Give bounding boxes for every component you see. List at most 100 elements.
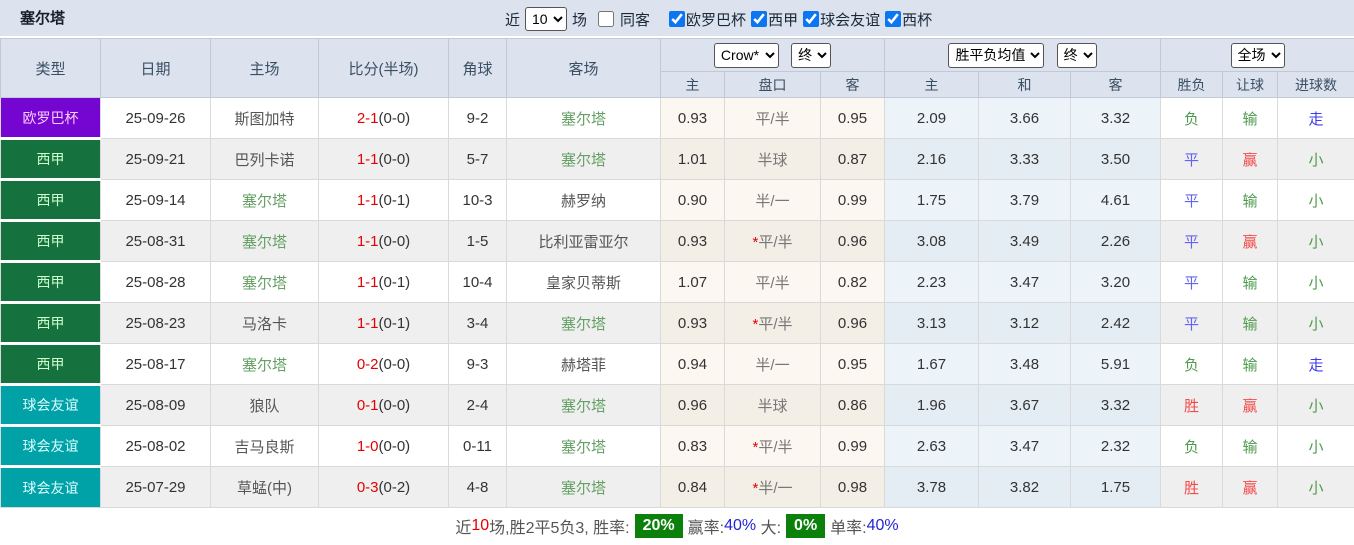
halftime-score: (0-0) xyxy=(379,397,411,414)
away-odds-cell: 0.95 xyxy=(821,98,885,139)
corners-cell: 10-4 xyxy=(449,262,507,303)
match-type-cell: 西甲 xyxy=(1,139,101,180)
away-odds-cell: 0.82 xyxy=(821,262,885,303)
avg-away-cell: 2.42 xyxy=(1071,303,1161,344)
avg-home-cell: 1.75 xyxy=(885,180,979,221)
halftime-score: (0-0) xyxy=(379,438,411,455)
summary-stats: 场,胜2平5负3, 胜率: xyxy=(489,514,629,538)
handicap-win-label: 赢率: xyxy=(688,514,724,538)
competition-label: 欧罗巴杯 xyxy=(686,9,746,30)
goals-result-cell: 小 xyxy=(1278,467,1354,508)
avg-home-cell: 2.63 xyxy=(885,426,979,467)
competition-checkbox[interactable] xyxy=(885,11,901,27)
competition-checkbox[interactable] xyxy=(669,11,685,27)
match-type-cell: 球会友谊 xyxy=(1,426,101,467)
away-team-cell: 塞尔塔 xyxy=(507,385,661,426)
col-header-avg-home: 主 xyxy=(885,72,979,98)
handicap-cell: *半/一 xyxy=(725,467,821,508)
match-date-cell: 25-09-21 xyxy=(101,139,211,180)
col-header-goals-result: 进球数 xyxy=(1278,72,1354,98)
col-header-score: 比分(半场) xyxy=(319,39,449,98)
avg-home-cell: 2.16 xyxy=(885,139,979,180)
competition-filter-copa: 西杯 xyxy=(885,9,932,30)
fulltime-score: 1-1 xyxy=(357,192,379,209)
avg-draw-cell: 3.67 xyxy=(979,385,1071,426)
period-select[interactable]: 全场 xyxy=(1231,43,1285,68)
home-team-cell: 塞尔塔 xyxy=(211,262,319,303)
home-team-cell: 狼队 xyxy=(211,385,319,426)
recent-label: 近 xyxy=(505,9,520,30)
avg-draw-cell: 3.47 xyxy=(979,262,1071,303)
wdl-result-cell: 平 xyxy=(1161,303,1223,344)
handicap-win-value: 40% xyxy=(724,517,756,535)
halftime-score: (0-1) xyxy=(379,192,411,209)
halftime-score: (0-2) xyxy=(379,479,411,496)
match-type-cell: 球会友谊 xyxy=(1,385,101,426)
home-odds-cell: 0.94 xyxy=(661,344,725,385)
handicap-result-cell: 赢 xyxy=(1223,385,1278,426)
away-team-cell: 塞尔塔 xyxy=(507,467,661,508)
col-header-avg-draw: 和 xyxy=(979,72,1071,98)
bookmaker-select[interactable]: Crow* xyxy=(714,43,779,68)
handicap-result-cell: 输 xyxy=(1223,98,1278,139)
home-team-cell: 吉马良斯 xyxy=(211,426,319,467)
away-team-cell: 赫塔菲 xyxy=(507,344,661,385)
avg-away-cell: 3.32 xyxy=(1071,98,1161,139)
match-row: 球会友谊25-08-09狼队0-1(0-0)2-4塞尔塔0.96半球0.861.… xyxy=(1,385,1354,426)
avg-odds-select[interactable]: 胜平负均值 xyxy=(948,43,1044,68)
match-row: 西甲25-09-21巴列卡诺1-1(0-0)5-7塞尔塔1.01半球0.872.… xyxy=(1,139,1354,180)
col-header-date: 日期 xyxy=(101,39,211,98)
win-rate-badge: 20% xyxy=(635,514,683,538)
home-odds-cell: 1.07 xyxy=(661,262,725,303)
goals-result-cell: 小 xyxy=(1278,385,1354,426)
halftime-score: (0-0) xyxy=(379,233,411,250)
fulltime-score: 0-2 xyxy=(357,356,379,373)
home-odds-cell: 0.93 xyxy=(661,221,725,262)
match-type-cell: 西甲 xyxy=(1,180,101,221)
col-header-odds-home: 主 xyxy=(661,72,725,98)
avg-draw-cell: 3.79 xyxy=(979,180,1071,221)
avg-home-cell: 3.13 xyxy=(885,303,979,344)
same-opponent-checkbox[interactable] xyxy=(598,11,614,27)
match-row: 西甲25-09-14塞尔塔1-1(0-1)10-3赫罗纳0.90半/一0.991… xyxy=(1,180,1354,221)
competition-checkbox[interactable] xyxy=(751,11,767,27)
goals-result-cell: 小 xyxy=(1278,303,1354,344)
home-odds-cell: 0.93 xyxy=(661,303,725,344)
handicap-change-star: * xyxy=(752,439,758,456)
recent-count-select[interactable]: 10 xyxy=(525,7,567,31)
avg-home-cell: 1.67 xyxy=(885,344,979,385)
away-odds-cell: 0.86 xyxy=(821,385,885,426)
competition-checkbox[interactable] xyxy=(803,11,819,27)
handicap-result-cell: 输 xyxy=(1223,262,1278,303)
home-odds-cell: 0.83 xyxy=(661,426,725,467)
wdl-result-cell: 负 xyxy=(1161,344,1223,385)
home-odds-cell: 0.90 xyxy=(661,180,725,221)
goals-result-cell: 小 xyxy=(1278,139,1354,180)
goals-result-cell: 走 xyxy=(1278,98,1354,139)
score-cell: 1-1(0-1) xyxy=(319,180,449,221)
col-header-type: 类型 xyxy=(1,39,101,98)
odds-time-select[interactable]: 终 xyxy=(791,43,831,68)
top-filter-bar: 塞尔塔 近 10 场 同客 欧罗巴杯 西甲 球会友谊 西杯 xyxy=(0,0,1354,38)
home-team-cell: 塞尔塔 xyxy=(211,180,319,221)
fulltime-score: 0-3 xyxy=(357,479,379,496)
fulltime-score: 1-0 xyxy=(357,438,379,455)
away-odds-cell: 0.96 xyxy=(821,221,885,262)
avg-away-cell: 2.32 xyxy=(1071,426,1161,467)
away-odds-cell: 0.95 xyxy=(821,344,885,385)
big-rate-badge: 0% xyxy=(786,514,825,538)
score-cell: 0-1(0-0) xyxy=(319,385,449,426)
col-header-corners: 角球 xyxy=(449,39,507,98)
match-type-cell: 西甲 xyxy=(1,344,101,385)
home-team-cell: 塞尔塔 xyxy=(211,221,319,262)
avg-draw-cell: 3.49 xyxy=(979,221,1071,262)
away-team-cell: 比利亚雷亚尔 xyxy=(507,221,661,262)
home-odds-cell: 1.01 xyxy=(661,139,725,180)
score-cell: 1-1(0-1) xyxy=(319,262,449,303)
avg-draw-cell: 3.66 xyxy=(979,98,1071,139)
halftime-score: (0-0) xyxy=(379,356,411,373)
avg-time-select[interactable]: 终 xyxy=(1057,43,1097,68)
match-type-cell: 欧罗巴杯 xyxy=(1,98,101,139)
wdl-result-cell: 胜 xyxy=(1161,467,1223,508)
match-type-cell: 球会友谊 xyxy=(1,467,101,508)
